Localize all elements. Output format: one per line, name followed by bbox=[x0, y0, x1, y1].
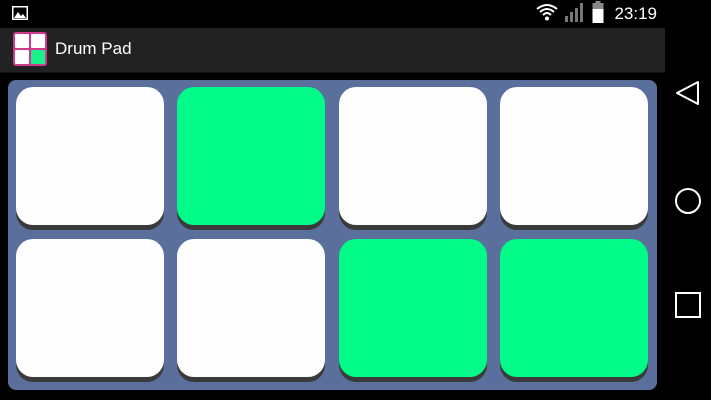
app-bar: Drum Pad bbox=[0, 28, 665, 73]
status-icons: 23:19 bbox=[536, 0, 657, 28]
status-time: 23:19 bbox=[614, 4, 657, 23]
drum-pad-1-4[interactable] bbox=[500, 87, 648, 225]
status-bar: 23:19 bbox=[0, 0, 665, 28]
pad-grid bbox=[8, 80, 657, 390]
drum-pad-2-1[interactable] bbox=[16, 239, 164, 377]
wifi-icon bbox=[536, 3, 559, 26]
drum-pad-1-1[interactable] bbox=[16, 87, 164, 225]
home-icon[interactable] bbox=[673, 186, 703, 216]
navigation-bar bbox=[665, 0, 711, 400]
drum-pad-2-3[interactable] bbox=[339, 239, 487, 377]
back-icon[interactable] bbox=[673, 78, 703, 108]
battery-icon bbox=[592, 0, 604, 28]
recents-icon[interactable] bbox=[673, 290, 703, 320]
drum-pad-2-4[interactable] bbox=[500, 239, 648, 377]
app-title: Drum Pad bbox=[55, 39, 132, 58]
drum-pad-2-2[interactable] bbox=[177, 239, 325, 377]
signal-icon bbox=[564, 2, 586, 27]
drum-pad-1-2[interactable] bbox=[177, 87, 325, 225]
drum-pad-1-3[interactable] bbox=[339, 87, 487, 225]
drum-pad-app-icon[interactable] bbox=[13, 32, 47, 66]
gallery-icon bbox=[12, 6, 28, 20]
app-screen: 23:19 Drum Pad bbox=[0, 0, 665, 400]
